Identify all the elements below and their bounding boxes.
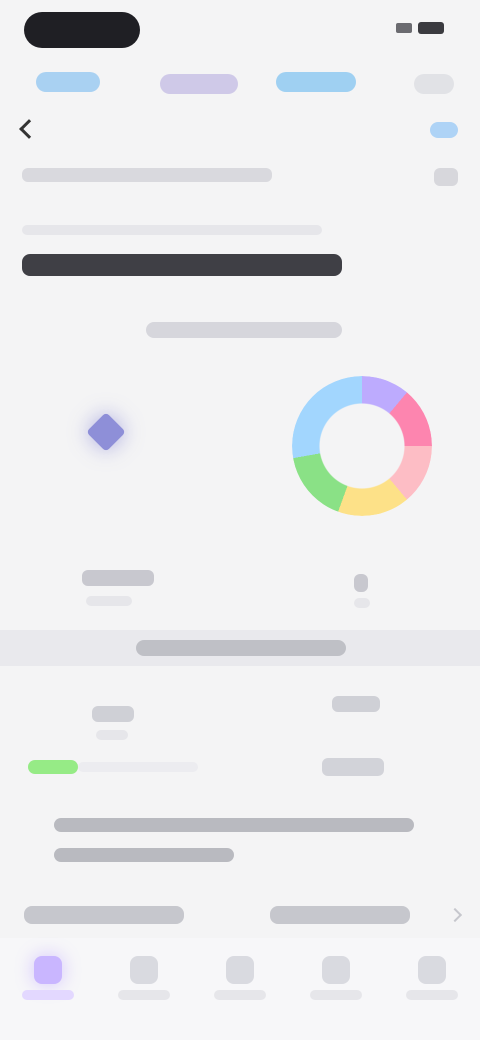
ring-icon [292, 376, 432, 516]
diamond-icon [86, 412, 126, 452]
bottom-nav [0, 938, 480, 1040]
top-tab-2[interactable] [160, 74, 238, 94]
nav-icon-4 [322, 956, 350, 984]
more-dots-icon[interactable] [434, 168, 458, 186]
app-screen [0, 0, 480, 1040]
nav-label-2 [118, 990, 170, 1000]
visual-area [0, 360, 480, 540]
battery-icon [418, 22, 444, 34]
top-tab-3[interactable] [276, 72, 356, 92]
header [0, 110, 480, 150]
section-heading [22, 254, 342, 276]
progress-fill [28, 760, 78, 774]
nav-item-3[interactable] [192, 938, 288, 1040]
nav-item-2[interactable] [96, 938, 192, 1040]
progress-value [322, 758, 384, 776]
top-tab-1[interactable] [36, 72, 100, 92]
right-caption [354, 598, 370, 608]
ring-wrap [292, 376, 432, 516]
action-left[interactable] [24, 906, 184, 924]
section-band-text [136, 640, 346, 656]
subtitle-line [22, 168, 272, 182]
nav-label-1 [22, 990, 74, 1000]
action-right[interactable] [270, 906, 410, 924]
nav-icon-5 [418, 956, 446, 984]
chevron-right-icon[interactable] [447, 907, 463, 923]
dynamic-island [24, 12, 140, 48]
stat-left [92, 706, 134, 722]
nav-label-4 [310, 990, 362, 1000]
paragraph-line-1 [54, 818, 414, 832]
nav-icon-3 [226, 956, 254, 984]
status-icons [396, 22, 444, 34]
nav-item-4[interactable] [288, 938, 384, 1040]
progress-track [78, 762, 198, 772]
caption-line [22, 225, 322, 235]
paragraph-line-2 [54, 848, 234, 862]
cloud-icon[interactable] [430, 122, 458, 138]
right-value [354, 574, 368, 592]
top-tab-4[interactable] [414, 74, 454, 94]
stat-right [332, 696, 380, 712]
top-tabs [0, 62, 480, 102]
stat-left-caption [96, 730, 128, 740]
status-bar [0, 0, 480, 56]
nav-item-5[interactable] [384, 938, 480, 1040]
meta-pill [146, 322, 342, 338]
section-band [0, 630, 480, 666]
nav-label-5 [406, 990, 458, 1000]
chevron-left-icon[interactable] [19, 119, 39, 139]
left-value [82, 570, 154, 586]
nav-item-1[interactable] [0, 938, 96, 1040]
home-icon [34, 956, 62, 984]
signal-icon [396, 23, 412, 33]
left-caption [86, 596, 132, 606]
nav-icon-2 [130, 956, 158, 984]
nav-label-3 [214, 990, 266, 1000]
